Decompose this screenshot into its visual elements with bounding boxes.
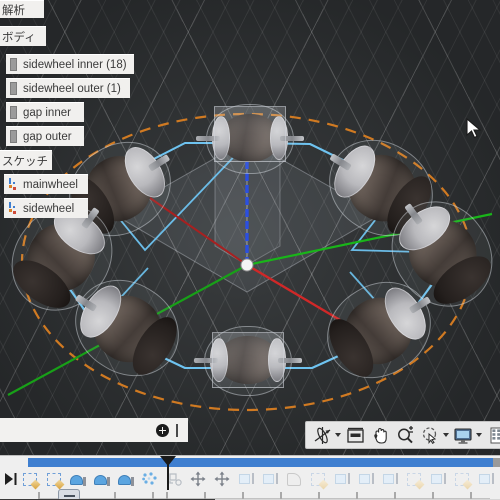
browser-item-sketch-sidewheel[interactable]: sidewheel [4, 198, 88, 218]
body-visibility-icon[interactable] [10, 106, 17, 119]
browser-item-gap-inner[interactable]: gap inner [6, 102, 84, 122]
sketch-icon [47, 472, 65, 489]
browser-item-label: gap outer [23, 130, 72, 143]
extrude-icon [382, 472, 398, 486]
extrude-icon [334, 472, 350, 486]
timeline-circular-pattern[interactable] [138, 468, 162, 490]
grid-snaps-button[interactable] [485, 424, 500, 446]
body-visibility-icon[interactable] [10, 82, 17, 95]
timeline-playhead-marker[interactable] [160, 456, 176, 490]
sketch-icon [311, 472, 329, 489]
sketch-icon [455, 472, 473, 489]
monitor-icon [454, 427, 472, 444]
browser-item-label: ボディ [2, 29, 36, 44]
sketch-icon [8, 202, 17, 215]
look-at-tool-button[interactable] [344, 424, 366, 446]
timeline-extrude-6[interactable] [426, 468, 450, 490]
zoom-plus-minus-icon [397, 425, 413, 443]
timeline-sketch-1[interactable] [18, 468, 42, 490]
timeline-pattern-2[interactable] [162, 468, 186, 490]
extrude-icon [478, 472, 494, 486]
timeline-sketch-4[interactable] [402, 468, 426, 490]
text-caret [176, 423, 178, 437]
zoom-window-dropdown-caret[interactable] [443, 433, 449, 437]
display-dropdown-caret[interactable] [476, 433, 482, 437]
timeline-sketch-2[interactable] [42, 468, 66, 490]
plus-icon[interactable] [156, 423, 169, 437]
revolve-icon [94, 473, 110, 486]
grid-icon [490, 427, 500, 443]
move-icon [190, 471, 206, 487]
timeline-extrude-4[interactable] [354, 468, 378, 490]
wheel-mount-plate-bottom [212, 332, 284, 388]
browser-item-sidewheel-inner[interactable]: sidewheel inner (18) [6, 54, 134, 74]
look-at-icon [346, 427, 364, 443]
timeline-revolve-1[interactable] [66, 468, 90, 490]
browser-item-bodies-folder[interactable]: ボディ [0, 26, 46, 46]
shell-icon [287, 472, 301, 486]
hand-icon [373, 427, 387, 444]
fusion360-window: 解析 ボディ sidewheel inner (18) sidewheel ou… [0, 0, 500, 500]
body-visibility-icon[interactable] [10, 130, 17, 143]
browser-item-label: sidewheel inner (18) [23, 58, 127, 71]
browser-item-label: sidewheel [23, 202, 75, 215]
browser-item-label: gap inner [23, 106, 71, 119]
navigation-toolbar[interactable] [305, 421, 500, 449]
sketch-icon [407, 472, 425, 489]
zoom-window-tool-button[interactable] [419, 424, 441, 446]
pan-tool-button[interactable] [369, 424, 391, 446]
go-to-end-icon [5, 473, 17, 485]
zoom-tool-button[interactable] [394, 424, 416, 446]
timeline-move-2[interactable] [210, 468, 234, 490]
extrude-icon [262, 472, 278, 486]
add-feature-panel[interactable] [0, 418, 188, 442]
display-settings-button[interactable] [452, 424, 474, 446]
browser-item-sketches-folder[interactable]: スケッチ [0, 150, 52, 170]
timeline-revolve-2[interactable] [90, 468, 114, 490]
timeline-extrude-3[interactable] [330, 468, 354, 490]
browser-item-label: 解析 [2, 2, 25, 17]
timeline-revolve-3[interactable] [114, 468, 138, 490]
browser-item-sidewheel-outer[interactable]: sidewheel outer (1) [6, 78, 130, 98]
extrude-icon [238, 472, 254, 486]
timeline-items-row[interactable] [0, 468, 500, 490]
browser-item-label: スケッチ [2, 153, 48, 168]
timeline-scrollbar-track[interactable] [38, 492, 490, 500]
timeline-sketch-5[interactable] [450, 468, 474, 490]
sketch-icon [23, 472, 41, 489]
browser-item-label: mainwheel [23, 178, 78, 191]
wheel-mount-plate-top [214, 106, 286, 162]
browser-item-label: sidewheel outer (1) [23, 82, 121, 95]
timeline-move-1[interactable] [186, 468, 210, 490]
revolve-icon [70, 473, 86, 486]
timeline-extrude-5[interactable] [378, 468, 402, 490]
browser-item-gap-outer[interactable]: gap outer [6, 126, 84, 146]
orbit-tool-button[interactable] [311, 424, 333, 446]
circular-pattern-icon [142, 472, 157, 485]
move-icon [214, 471, 230, 487]
browser-item-analysis[interactable]: 解析 [0, 0, 44, 18]
timeline-shell-1[interactable] [282, 468, 306, 490]
timeline-progress-cap [493, 458, 500, 467]
body-visibility-icon[interactable] [10, 58, 17, 71]
orbit-icon [314, 426, 330, 444]
timeline-start-marker[interactable] [4, 470, 18, 488]
revolve-icon [118, 473, 134, 486]
extrude-icon [358, 472, 374, 486]
sketch-icon [8, 178, 17, 191]
timeline-extrude-2[interactable] [258, 468, 282, 490]
mouse-cursor [466, 118, 482, 139]
timeline-extrude-7[interactable] [474, 468, 498, 490]
parametric-timeline[interactable] [0, 455, 500, 500]
timeline-sketch-3[interactable] [306, 468, 330, 490]
orbit-dropdown-caret[interactable] [335, 433, 341, 437]
timeline-progress-bar [28, 458, 493, 467]
zoom-window-icon [422, 426, 436, 444]
timeline-extrude-1[interactable] [234, 468, 258, 490]
browser-item-sketch-mainwheel[interactable]: mainwheel [4, 174, 88, 194]
extrude-icon [430, 472, 446, 486]
